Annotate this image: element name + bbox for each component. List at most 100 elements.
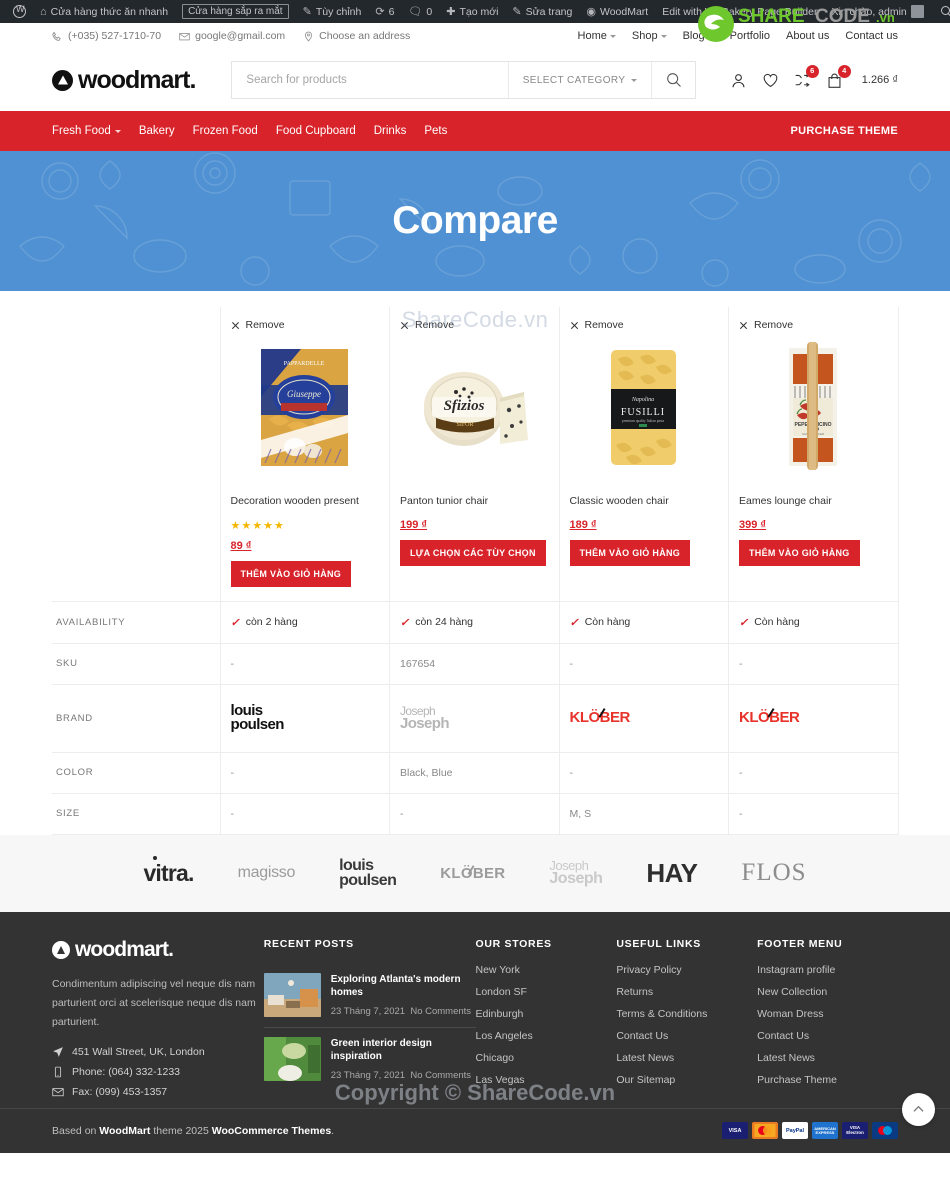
- nav-item-drinks[interactable]: Drinks: [374, 125, 407, 137]
- footer-link-item[interactable]: Contact Us: [757, 1030, 898, 1042]
- brand-logo-magisso[interactable]: magisso: [238, 864, 296, 882]
- admin-search-button[interactable]: [933, 0, 950, 23]
- admin-updates-count: 6: [388, 5, 395, 18]
- product-image[interactable]: PEPERONCINO FINO CHILI POWDER: [739, 337, 888, 477]
- footer-link-item[interactable]: Latest News: [616, 1052, 757, 1064]
- main-nav-list: Fresh Food Bakery Frozen Food Food Cupbo…: [52, 125, 447, 137]
- top-nav-item-contact[interactable]: Contact us: [845, 30, 898, 42]
- footer-logo[interactable]: woodmart.: [52, 938, 264, 962]
- footer-link-item[interactable]: Returns: [616, 986, 757, 998]
- check-icon: ✓: [400, 616, 410, 629]
- select-category-dropdown[interactable]: SELECT CATEGORY: [507, 62, 652, 98]
- site-header: woodmart. SELECT CATEGORY 6: [0, 49, 950, 111]
- top-bar: (+035) 527-1710-70 google@gmail.com Choo…: [0, 23, 950, 49]
- brand-logo-louis-poulsen[interactable]: louis poulsen: [339, 857, 397, 888]
- admin-greeting[interactable]: Xin chào, admin: [824, 0, 930, 23]
- nav-item-fresh-food[interactable]: Fresh Food: [52, 125, 121, 137]
- top-nav-item-portfolio[interactable]: Portfolio: [730, 30, 770, 42]
- admin-comments[interactable]: 🗨 0: [401, 0, 439, 23]
- admin-coming-soon[interactable]: Cửa hàng sắp ra mắt: [175, 0, 296, 23]
- admin-edit-page[interactable]: ✎ Sửa trang: [505, 0, 579, 23]
- admin-new-content[interactable]: ✚ Tạo mới: [439, 0, 505, 23]
- payment-icon-mastercard: [752, 1122, 778, 1140]
- post-title[interactable]: Green interior design inspiration: [331, 1037, 476, 1064]
- remove-product-button[interactable]: Remove: [231, 319, 380, 331]
- product-title[interactable]: Classic wooden chair: [570, 495, 719, 509]
- nav-item-frozen-food[interactable]: Frozen Food: [193, 125, 258, 137]
- admin-updates[interactable]: ⟳ 6: [368, 0, 401, 23]
- select-options-button[interactable]: LỰA CHỌN CÁC TÙY CHỌN: [400, 539, 546, 566]
- footer-link-item[interactable]: Latest News: [757, 1052, 898, 1064]
- top-nav-item-blog[interactable]: Blog: [683, 30, 714, 42]
- compare-badge: 6: [805, 64, 819, 78]
- admin-customize[interactable]: ✎ Tùy chỉnh: [296, 0, 369, 23]
- footer-link-item[interactable]: Instagram profile: [757, 964, 898, 976]
- nav-item-food-cupboard[interactable]: Food Cupboard: [276, 125, 356, 137]
- nav-item-pets[interactable]: Pets: [424, 125, 447, 137]
- wp-logo-item[interactable]: [6, 0, 33, 23]
- compare-button[interactable]: 6: [794, 64, 819, 89]
- admin-site-name[interactable]: ⌂ Cửa hàng thức ăn nhanh: [33, 0, 175, 23]
- remove-product-button[interactable]: Remove: [739, 319, 888, 331]
- payment-icon-paypal: PayPal: [782, 1122, 808, 1140]
- footer-link-item[interactable]: Edinburgh: [476, 1008, 617, 1020]
- footer-link-item[interactable]: Los Angeles: [476, 1030, 617, 1042]
- top-nav-item-about[interactable]: About us: [786, 30, 829, 42]
- footer-link-item[interactable]: Purchase Theme: [757, 1074, 898, 1086]
- add-to-cart-button[interactable]: THÊM VÀO GIỎ HÀNG: [569, 539, 691, 566]
- purchase-theme-button[interactable]: PURCHASE THEME: [791, 125, 899, 137]
- search-input[interactable]: [232, 62, 508, 98]
- product-image[interactable]: Sfizios SIFOR: [400, 337, 549, 477]
- nav-item-bakery[interactable]: Bakery: [139, 125, 175, 137]
- envelope-icon: [179, 32, 190, 40]
- footer-link-item[interactable]: Terms & Conditions: [616, 1008, 757, 1020]
- product-title[interactable]: Eames lounge chair: [739, 495, 888, 509]
- admin-woodmart[interactable]: ◉ WoodMart: [579, 0, 655, 23]
- address-item[interactable]: Choose an address: [303, 30, 410, 42]
- top-nav-item-shop[interactable]: Shop: [632, 30, 667, 42]
- recent-post-item[interactable]: Green interior design inspiration 23 Thá…: [263, 1028, 476, 1091]
- footer-link-item[interactable]: Woman Dress: [757, 1008, 898, 1020]
- post-title[interactable]: Exploring Atlanta's modern homes: [331, 973, 476, 1000]
- remove-product-button[interactable]: Remove: [400, 319, 549, 331]
- footer-link-item[interactable]: Chicago: [476, 1052, 617, 1064]
- add-to-cart-button[interactable]: THÊM VÀO GIỎ HÀNG: [739, 539, 860, 566]
- brand-logo-joseph-joseph[interactable]: Joseph Joseph: [549, 859, 603, 886]
- footer-link-item[interactable]: New Collection: [757, 986, 898, 998]
- brand-logos-strip: vitra. magisso louis poulsen KLÖBER Jose…: [0, 834, 950, 912]
- wp-admin-bar: ⌂ Cửa hàng thức ăn nhanh Cửa hàng sắp ra…: [0, 0, 950, 23]
- wishlist-button[interactable]: [762, 72, 779, 89]
- footer-link-item[interactable]: Contact Us: [616, 1030, 757, 1042]
- brand-logo-klober[interactable]: KLÖBER: [440, 865, 505, 882]
- footer-link-item[interactable]: Privacy Policy: [616, 964, 757, 976]
- footer-link-item[interactable]: Our Sitemap: [616, 1074, 757, 1086]
- top-nav-item-home[interactable]: Home: [578, 30, 616, 42]
- footer-link-item[interactable]: London SF: [476, 986, 617, 998]
- search-submit-button[interactable]: [651, 62, 695, 98]
- remove-product-button[interactable]: Remove: [570, 319, 719, 331]
- recent-post-item[interactable]: Exploring Atlanta's modern homes 23 Thán…: [263, 964, 476, 1028]
- product-image[interactable]: Napolina FUSILLI premium quality Italian…: [570, 337, 719, 477]
- cart-button[interactable]: 4: [826, 64, 851, 89]
- product-title[interactable]: Decoration wooden present: [231, 495, 380, 509]
- brand-logo-flos[interactable]: FLOS: [741, 859, 806, 887]
- brand-cell: louis poulsen: [219, 684, 390, 753]
- product-image[interactable]: PAPPARDELLE Giuseppe: [231, 337, 380, 477]
- remove-label: Remove: [754, 319, 794, 331]
- brand-logo-vitra[interactable]: vitra.: [143, 855, 194, 887]
- scroll-to-top-button[interactable]: [902, 1092, 935, 1126]
- phone-item[interactable]: (+035) 527-1710-70: [52, 30, 161, 42]
- email-item[interactable]: google@gmail.com: [179, 30, 285, 42]
- add-to-cart-button[interactable]: THÊM VÀO GIỎ HÀNG: [230, 560, 352, 587]
- footer-link-item[interactable]: New York: [476, 964, 617, 976]
- product-title[interactable]: Panton tunior chair: [400, 495, 549, 509]
- account-button[interactable]: [730, 72, 747, 89]
- site-logo[interactable]: woodmart.: [52, 66, 196, 95]
- recent-post-body: Exploring Atlanta's modern homes 23 Thán…: [331, 973, 476, 1018]
- brand-logo-hay[interactable]: HAY: [646, 858, 698, 889]
- chevron-down-icon: [609, 34, 616, 38]
- footer-link-item[interactable]: Las Vegas: [476, 1074, 617, 1086]
- chevron-down-icon: [660, 34, 667, 38]
- admin-edit-label: Sửa trang: [525, 5, 573, 18]
- admin-wpbakery[interactable]: Edit with WPBakery Page Builder: [655, 0, 824, 23]
